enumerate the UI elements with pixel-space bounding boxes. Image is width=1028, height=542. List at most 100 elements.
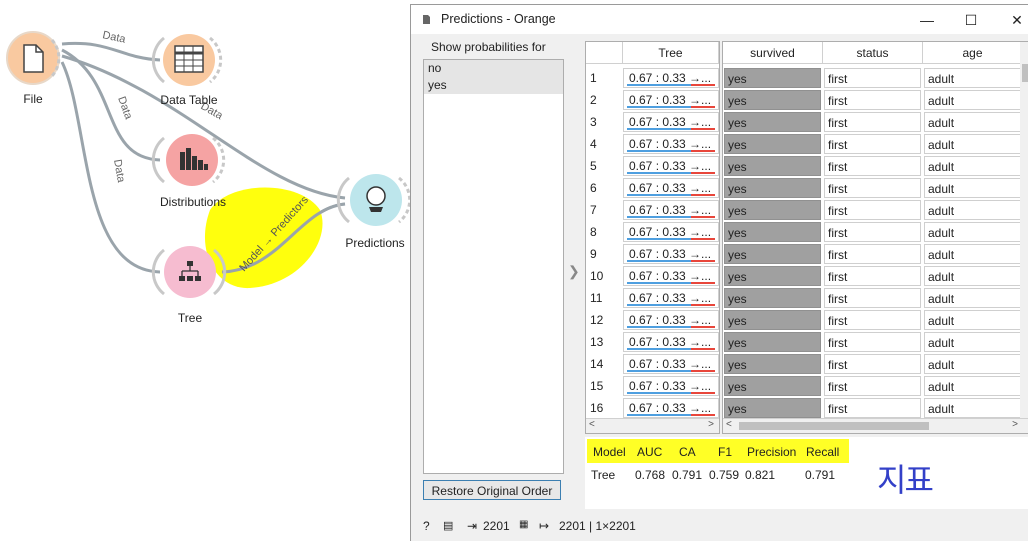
scroll-right-icon[interactable]: > (708, 419, 714, 430)
cell-status[interactable]: first (824, 112, 921, 132)
cell-age[interactable]: adult (924, 90, 1021, 110)
row-number[interactable]: 8 (586, 221, 622, 243)
column-header-age[interactable]: age (923, 42, 1023, 64)
cell-status[interactable]: first (824, 244, 921, 264)
row-number[interactable]: 10 (586, 265, 622, 287)
row-number[interactable]: 16 (586, 397, 622, 419)
cell-survived[interactable]: yes (724, 200, 821, 220)
row-number[interactable]: 15 (586, 375, 622, 397)
close-button[interactable]: ✕ (997, 9, 1028, 31)
row-number[interactable]: 4 (586, 133, 622, 155)
row-number[interactable]: 5 (586, 155, 622, 177)
prediction-cell[interactable]: 0.67 : 0.33 →... (623, 68, 719, 88)
cell-age[interactable]: adult (924, 266, 1021, 286)
cell-survived[interactable]: yes (724, 222, 821, 242)
cell-age[interactable]: adult (924, 310, 1021, 330)
cell-status[interactable]: first (824, 156, 921, 176)
column-header-tree[interactable]: Tree (623, 42, 719, 64)
cell-survived[interactable]: yes (724, 90, 821, 110)
scroll-right-icon[interactable]: > (1012, 419, 1018, 430)
data-table[interactable]: survived status age yes first adult yes firs… (722, 41, 1028, 434)
cell-status[interactable]: first (824, 288, 921, 308)
prediction-cell[interactable]: 0.67 : 0.33 →... (623, 178, 719, 198)
node-file[interactable] (6, 31, 61, 85)
cell-survived[interactable]: yes (724, 354, 821, 374)
data-horizontal-scrollbar[interactable]: < > (723, 418, 1028, 433)
maximize-button[interactable]: ☐ (951, 9, 991, 31)
cell-survived[interactable]: yes (724, 310, 821, 330)
cell-survived[interactable]: yes (724, 266, 821, 286)
prediction-cell[interactable]: 0.67 : 0.33 →... (623, 90, 719, 110)
prediction-cell[interactable]: 0.67 : 0.33 →... (623, 222, 719, 242)
cell-status[interactable]: first (824, 200, 921, 220)
node-distributions[interactable] (151, 134, 226, 186)
row-number[interactable]: 2 (586, 89, 622, 111)
prediction-cell[interactable]: 0.67 : 0.33 →... (623, 398, 719, 418)
prediction-cell[interactable]: 0.67 : 0.33 →... (623, 354, 719, 374)
cell-survived[interactable]: yes (724, 288, 821, 308)
cell-age[interactable]: adult (924, 354, 1021, 374)
row-number[interactable]: 12 (586, 309, 622, 331)
cell-status[interactable]: first (824, 332, 921, 352)
row-number[interactable]: 9 (586, 243, 622, 265)
cell-status[interactable]: first (824, 376, 921, 396)
prediction-cell[interactable]: 0.67 : 0.33 →... (623, 112, 719, 132)
workflow-canvas[interactable]: Data Data Data Data Model → Predictors F… (0, 0, 412, 541)
cell-age[interactable]: adult (924, 112, 1021, 132)
prediction-table[interactable]: Tree 1 0.67 : 0.33 →... 2 0.67 : 0.33 →... 3… (585, 41, 720, 434)
cell-status[interactable]: first (824, 222, 921, 242)
prediction-cell[interactable]: 0.67 : 0.33 →... (623, 310, 719, 330)
scroll-thumb[interactable] (1022, 64, 1028, 82)
cell-status[interactable]: first (824, 266, 921, 286)
cell-status[interactable]: first (824, 90, 921, 110)
scroll-thumb[interactable] (739, 422, 929, 430)
cell-survived[interactable]: yes (724, 68, 821, 88)
cell-survived[interactable]: yes (724, 178, 821, 198)
row-header-corner[interactable] (586, 42, 623, 64)
prediction-cell[interactable]: 0.67 : 0.33 →... (623, 134, 719, 154)
scroll-left-icon[interactable]: < (589, 419, 595, 430)
cell-survived[interactable]: yes (724, 332, 821, 352)
cell-age[interactable]: adult (924, 332, 1021, 352)
prediction-cell[interactable]: 0.67 : 0.33 →... (623, 332, 719, 352)
column-header-status[interactable]: status (823, 42, 923, 64)
prediction-cell[interactable]: 0.67 : 0.33 →... (623, 244, 719, 264)
row-number[interactable]: 7 (586, 199, 622, 221)
row-number[interactable]: 11 (586, 287, 622, 309)
prediction-horizontal-scrollbar[interactable]: < > (586, 418, 719, 433)
row-number[interactable]: 6 (586, 177, 622, 199)
cell-age[interactable]: adult (924, 376, 1021, 396)
cell-age[interactable]: adult (924, 288, 1021, 308)
help-icon[interactable]: ? (423, 519, 430, 533)
cell-survived[interactable]: yes (724, 134, 821, 154)
row-number[interactable]: 3 (586, 111, 622, 133)
probability-class-list[interactable]: no yes (423, 59, 564, 474)
probability-option[interactable]: yes (424, 77, 563, 94)
collapse-panel-chevron-icon[interactable]: ❯ (568, 263, 580, 280)
report-icon[interactable]: ▤ (443, 519, 453, 532)
cell-age[interactable]: adult (924, 156, 1021, 176)
minimize-button[interactable]: — (907, 9, 947, 31)
node-predictions[interactable] (336, 174, 412, 226)
link-file-distributions[interactable] (61, 48, 161, 162)
cell-age[interactable]: adult (924, 398, 1021, 418)
cell-age[interactable]: adult (924, 200, 1021, 220)
cell-survived[interactable]: yes (724, 244, 821, 264)
cell-age[interactable]: adult (924, 244, 1021, 264)
title-bar[interactable]: Predictions - Orange — ☐ ✕ (411, 5, 1028, 34)
cell-age[interactable]: adult (924, 134, 1021, 154)
cell-age[interactable]: adult (924, 222, 1021, 242)
probability-option[interactable]: no (424, 60, 563, 77)
restore-original-order-button[interactable]: Restore Original Order (423, 480, 561, 500)
row-number[interactable]: 13 (586, 331, 622, 353)
cell-status[interactable]: first (824, 68, 921, 88)
cell-survived[interactable]: yes (724, 156, 821, 176)
row-number[interactable]: 14 (586, 353, 622, 375)
prediction-cell[interactable]: 0.67 : 0.33 →... (623, 376, 719, 396)
cell-status[interactable]: first (824, 178, 921, 198)
cell-survived[interactable]: yes (724, 398, 821, 418)
prediction-cell[interactable]: 0.67 : 0.33 →... (623, 266, 719, 286)
data-vertical-scrollbar[interactable] (1020, 42, 1028, 421)
row-number[interactable]: 1 (586, 67, 622, 89)
node-data-table[interactable] (151, 34, 223, 86)
